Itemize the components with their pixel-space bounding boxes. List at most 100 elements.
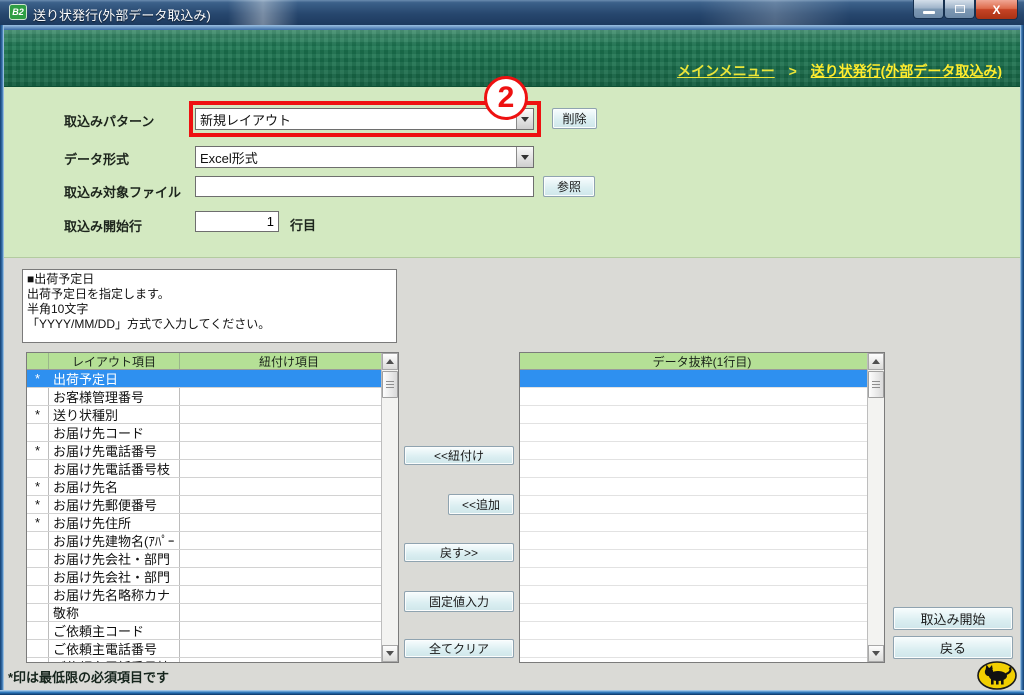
scroll-up-button[interactable] [868, 353, 884, 370]
start-row-suffix: 行目 [290, 218, 317, 233]
layout-table-cell-mapped [180, 532, 382, 549]
layout-table-row[interactable]: お届け先会社・部門 [27, 568, 382, 586]
thumb-grip-icon [872, 381, 880, 388]
layout-table-row[interactable]: * お届け先電話番号 [27, 442, 382, 460]
layout-table-cell-mapped [180, 586, 382, 603]
app-icon: B2 [9, 4, 27, 20]
import-pattern-label: 取込みパターン [64, 114, 155, 129]
layout-table-cell-item: お客様管理番号 [49, 388, 180, 405]
layout-table-cell-mapped [180, 370, 382, 387]
extract-row[interactable] [520, 658, 868, 662]
scroll-down-button[interactable] [382, 645, 398, 662]
layout-table-cell-item: お届け先会社・部門 [49, 568, 180, 585]
layout-table-row[interactable]: * お届け先住所 [27, 514, 382, 532]
layout-table-cell-item: ご依頼主電話番号枝 [49, 658, 180, 662]
required-column-header [27, 353, 49, 369]
layout-table-row[interactable]: お届け先コード [27, 424, 382, 442]
description-line: ■出荷予定日 [27, 272, 95, 286]
extract-row[interactable] [520, 460, 868, 478]
description-line: 「YYYY/MM/DD」方式で入力してください。 [27, 317, 271, 331]
start-row-input[interactable] [195, 211, 279, 232]
yamato-cat-logo [977, 661, 1017, 690]
layout-table-cell-mapped [180, 568, 382, 585]
layout-table-header: レイアウト項目 紐付け項目 [27, 353, 398, 370]
layout-table-cell-mapped [180, 604, 382, 621]
layout-table-cell-mapped [180, 424, 382, 441]
back-button[interactable]: 戻る [893, 636, 1013, 659]
layout-table-cell-required [27, 658, 49, 662]
extract-row[interactable] [520, 370, 868, 388]
layout-table-row[interactable]: ご依頼主電話番号 [27, 640, 382, 658]
extract-row[interactable] [520, 406, 868, 424]
layout-table-scrollbar[interactable] [381, 353, 398, 662]
layout-table-row[interactable]: * 送り状種別 [27, 406, 382, 424]
data-extract-table: データ抜粋(1行目) [519, 352, 885, 663]
breadcrumb: メインメニュー > 送り状発行(外部データ取込み) [677, 61, 1002, 81]
close-button[interactable]: X [975, 0, 1018, 20]
minimize-button[interactable] [913, 0, 944, 19]
extract-row[interactable] [520, 496, 868, 514]
breadcrumb-current-link[interactable]: 送り状発行(外部データ取込み) [811, 63, 1002, 79]
thumb-grip-icon [386, 381, 394, 388]
layout-table-row[interactable]: * お届け先名 [27, 478, 382, 496]
layout-table-cell-mapped [180, 640, 382, 657]
layout-table-cell-mapped [180, 496, 382, 513]
start-import-button[interactable]: 取込み開始 [893, 607, 1013, 630]
layout-table-cell-required: * [27, 406, 49, 423]
field-description-box: ■出荷予定日 出荷予定日を指定します。 半角10文字 「YYYY/MM/DD」方… [22, 269, 397, 343]
layout-table-cell-required: * [27, 442, 49, 459]
layout-table-cell-item: 送り状種別 [49, 406, 180, 423]
fixed-value-button[interactable]: 固定値入力 [404, 591, 514, 612]
layout-table-row[interactable]: * お届け先郵便番号 [27, 496, 382, 514]
undo-button[interactable]: 戻す>> [404, 543, 514, 562]
scroll-up-button[interactable] [382, 353, 398, 370]
browse-button[interactable]: 参照 [543, 176, 595, 197]
data-format-dropdown[interactable]: Excel形式 [195, 146, 534, 168]
layout-table-cell-item: お届け先住所 [49, 514, 180, 531]
scroll-thumb[interactable] [868, 371, 884, 398]
extract-row[interactable] [520, 424, 868, 442]
breadcrumb-separator: > [788, 63, 797, 79]
maximize-button[interactable] [944, 0, 975, 19]
extract-table-scrollbar[interactable] [867, 353, 884, 662]
extract-row[interactable] [520, 388, 868, 406]
map-button[interactable]: <<紐付け [404, 446, 514, 465]
window-border-right [1020, 25, 1024, 690]
layout-table-cell-required: * [27, 478, 49, 495]
extract-row[interactable] [520, 622, 868, 640]
layout-table-row[interactable]: 敬称 [27, 604, 382, 622]
layout-table-row[interactable]: ご依頼主電話番号枝 [27, 658, 382, 662]
extract-row[interactable] [520, 640, 868, 658]
layout-table-row[interactable]: お届け先名略称カナ [27, 586, 382, 604]
import-pattern-dropdown[interactable]: 新規レイアウト [195, 108, 534, 130]
extract-row[interactable] [520, 442, 868, 460]
arrow-up-icon [386, 359, 394, 364]
target-file-label: 取込み対象ファイル [64, 185, 182, 200]
extract-row[interactable] [520, 604, 868, 622]
layout-table-cell-item: お届け先会社・部門 [49, 550, 180, 567]
extract-row[interactable] [520, 568, 868, 586]
required-note: *印は最低限の必須項目です [8, 670, 170, 685]
layout-table-row[interactable]: お客様管理番号 [27, 388, 382, 406]
layout-table-cell-mapped [180, 550, 382, 567]
extract-row[interactable] [520, 478, 868, 496]
extract-row[interactable] [520, 514, 868, 532]
dropdown-arrow-icon[interactable] [516, 147, 533, 167]
delete-button[interactable]: 削除 [552, 108, 597, 129]
extract-row[interactable] [520, 532, 868, 550]
layout-table-row[interactable]: ご依頼主コード [27, 622, 382, 640]
scroll-thumb[interactable] [382, 371, 398, 398]
extract-row[interactable] [520, 550, 868, 568]
breadcrumb-main-menu-link[interactable]: メインメニュー [677, 63, 775, 79]
layout-table-row[interactable]: * 出荷予定日 [27, 370, 382, 388]
extract-table-header: データ抜粋(1行目) [520, 353, 884, 370]
layout-table-row[interactable]: お届け先会社・部門 [27, 550, 382, 568]
scroll-down-button[interactable] [868, 645, 884, 662]
layout-table-row[interactable]: お届け先建物名(ｱﾊﾟｰ [27, 532, 382, 550]
layout-table-cell-item: お届け先コード [49, 424, 180, 441]
add-button[interactable]: <<追加 [448, 494, 514, 515]
clear-all-button[interactable]: 全てクリア [404, 639, 514, 658]
extract-row[interactable] [520, 586, 868, 604]
target-file-input[interactable] [195, 176, 534, 197]
layout-table-row[interactable]: お届け先電話番号枝 [27, 460, 382, 478]
